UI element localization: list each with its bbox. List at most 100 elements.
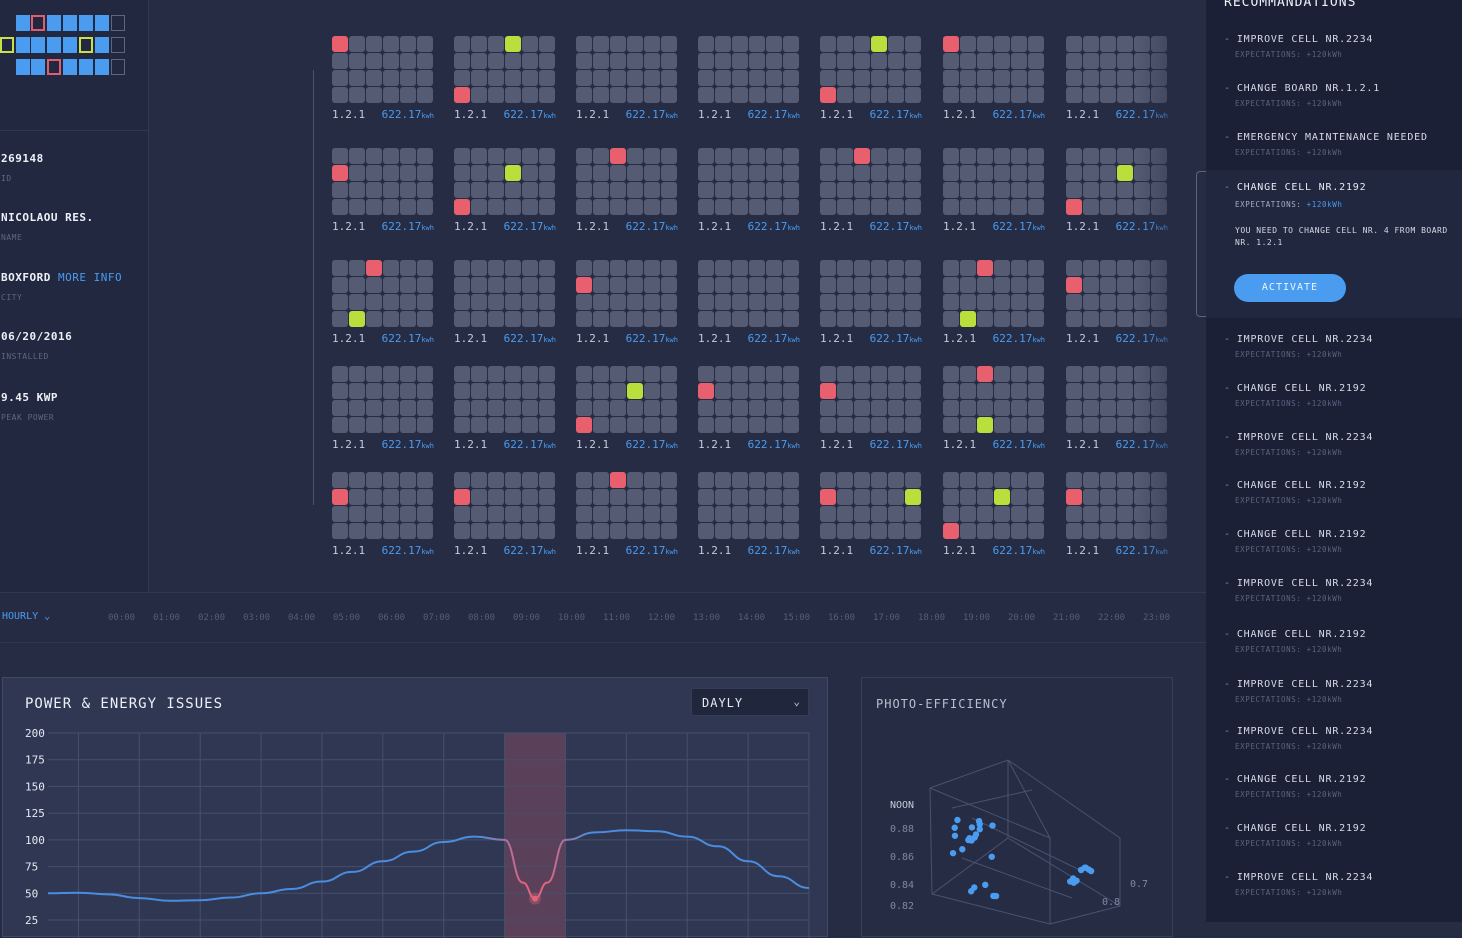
board-cell[interactable] [417, 260, 433, 276]
board-cell[interactable] [1066, 36, 1082, 52]
board-cell[interactable] [627, 366, 643, 382]
board-cell-warning[interactable] [960, 311, 976, 327]
board-cell[interactable] [454, 182, 470, 198]
board-cell[interactable] [644, 70, 660, 86]
board-cell[interactable] [332, 472, 348, 488]
board-cell[interactable] [400, 165, 416, 181]
board-cell[interactable] [366, 400, 382, 416]
board-cell[interactable] [576, 400, 592, 416]
board-cell[interactable] [1151, 366, 1167, 382]
board-cell[interactable] [400, 294, 416, 310]
board-cell[interactable] [749, 87, 765, 103]
board-cell[interactable] [715, 506, 731, 522]
board-cell[interactable] [593, 182, 609, 198]
board-cell[interactable] [854, 165, 870, 181]
board-cell[interactable] [661, 489, 677, 505]
board-cell[interactable] [960, 260, 976, 276]
board-cell-fault[interactable] [1066, 199, 1082, 215]
board-cell[interactable] [644, 294, 660, 310]
board-cell[interactable] [661, 148, 677, 164]
board-cell[interactable] [732, 417, 748, 433]
board-cell[interactable] [783, 400, 799, 416]
board-cell[interactable] [960, 400, 976, 416]
board-cell[interactable] [698, 199, 714, 215]
solar-board[interactable]: 1.2.1 622.17kwh [1066, 36, 1168, 121]
recommendation-item[interactable]: - EMERGENCY MAINTENANCE NEEDED EXPECTATION… [1224, 132, 1460, 157]
solar-board[interactable]: 1.2.1 622.17kwh [454, 260, 556, 345]
solar-board[interactable]: 1.2.1 622.17kwh [820, 260, 922, 345]
board-cell[interactable] [960, 199, 976, 215]
board-cell[interactable] [1134, 87, 1150, 103]
board-cell[interactable] [1011, 311, 1027, 327]
board-cell[interactable] [837, 383, 853, 399]
board-cell[interactable] [1066, 260, 1082, 276]
board-cell[interactable] [888, 199, 904, 215]
board-cell[interactable] [871, 87, 887, 103]
board-cell[interactable] [698, 260, 714, 276]
board-cell[interactable] [488, 277, 504, 293]
board-cell[interactable] [644, 400, 660, 416]
board-cell[interactable] [977, 400, 993, 416]
board-cell[interactable] [505, 472, 521, 488]
board-cell[interactable] [766, 277, 782, 293]
board-cell[interactable] [837, 70, 853, 86]
board-cell[interactable] [661, 53, 677, 69]
board-cell[interactable] [488, 417, 504, 433]
board-cell[interactable] [539, 472, 555, 488]
board-cell[interactable] [366, 165, 382, 181]
board-cell[interactable] [854, 506, 870, 522]
board-cell[interactable] [1151, 199, 1167, 215]
board-cell[interactable] [994, 366, 1010, 382]
board-cell[interactable] [593, 400, 609, 416]
board-cell[interactable] [820, 148, 836, 164]
board-cell[interactable] [698, 87, 714, 103]
solar-board[interactable]: 1.2.1 622.17kwh [698, 148, 800, 233]
board-cell[interactable] [977, 165, 993, 181]
board-cell[interactable] [627, 311, 643, 327]
board-cell[interactable] [644, 53, 660, 69]
board-cell[interactable] [417, 87, 433, 103]
board-cell[interactable] [505, 506, 521, 522]
board-cell[interactable] [698, 366, 714, 382]
period-select[interactable]: DAYLY ⌄ [691, 688, 809, 716]
board-cell[interactable] [1151, 472, 1167, 488]
board-cell-fault[interactable] [332, 36, 348, 52]
board-cell[interactable] [383, 165, 399, 181]
board-cell[interactable] [715, 199, 731, 215]
board-cell[interactable] [644, 260, 660, 276]
board-cell[interactable] [576, 165, 592, 181]
board-cell[interactable] [820, 277, 836, 293]
board-cell[interactable] [505, 311, 521, 327]
board-cell[interactable] [522, 36, 538, 52]
board-cell[interactable] [698, 53, 714, 69]
board-cell[interactable] [383, 417, 399, 433]
board-cell[interactable] [905, 182, 921, 198]
board-cell[interactable] [400, 53, 416, 69]
board-cell[interactable] [661, 366, 677, 382]
board-cell[interactable] [488, 366, 504, 382]
board-cell[interactable] [332, 400, 348, 416]
hourly-dropdown[interactable]: HOURLY ⌄ [2, 611, 50, 622]
board-cell[interactable] [522, 70, 538, 86]
solar-board[interactable]: 1.2.1 622.17kwh [698, 260, 800, 345]
board-cell[interactable] [960, 489, 976, 505]
board-cell[interactable] [766, 70, 782, 86]
board-cell[interactable] [715, 148, 731, 164]
board-cell[interactable] [539, 311, 555, 327]
board-cell[interactable] [1151, 182, 1167, 198]
solar-board[interactable]: 1.2.1 622.17kwh [576, 148, 678, 233]
board-cell[interactable] [1083, 294, 1099, 310]
hour-tick-label[interactable]: 16:00 [828, 613, 855, 623]
solar-board[interactable]: 1.2.1 622.17kwh [943, 36, 1045, 121]
board-cell-fault[interactable] [820, 87, 836, 103]
board-cell[interactable] [1100, 53, 1116, 69]
board-cell[interactable] [610, 36, 626, 52]
board-cell[interactable] [383, 294, 399, 310]
board-cell[interactable] [820, 311, 836, 327]
hour-tick-label[interactable]: 20:00 [1008, 613, 1035, 623]
board-cell[interactable] [905, 36, 921, 52]
board-cell[interactable] [994, 182, 1010, 198]
solar-board[interactable]: 1.2.1 622.17kwh [332, 366, 434, 451]
board-cell[interactable] [715, 417, 731, 433]
board-cell[interactable] [1011, 182, 1027, 198]
